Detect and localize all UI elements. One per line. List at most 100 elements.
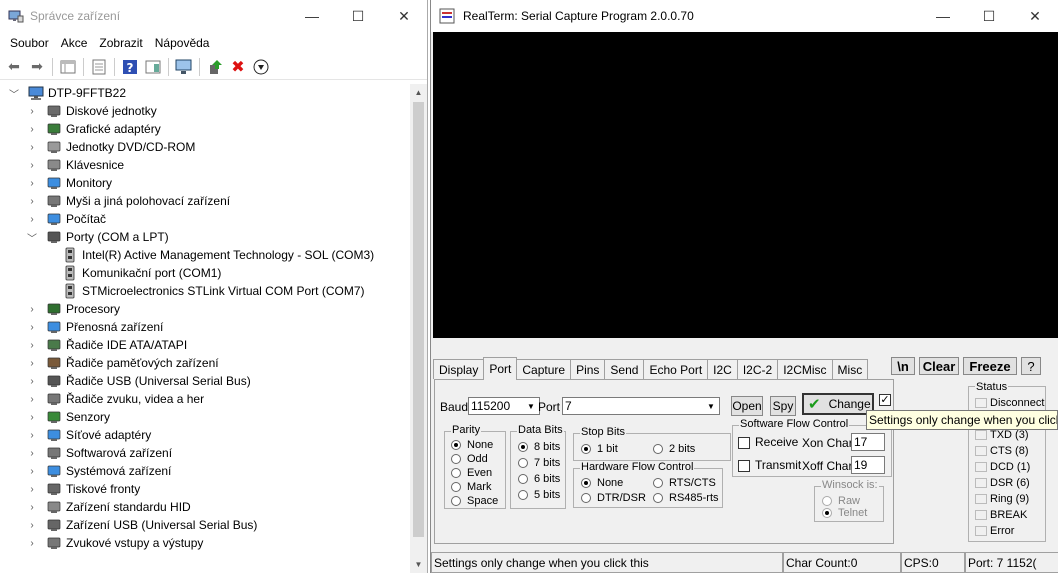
chevron-right-icon[interactable]: › <box>26 213 38 225</box>
tab-i2cmisc[interactable]: I2CMisc <box>777 359 833 379</box>
change-checkbox[interactable]: ✓ <box>879 394 891 406</box>
tree-category[interactable]: › Počítač <box>0 210 410 228</box>
tree-category[interactable]: › Řadiče IDE ATA/ATAPI <box>0 336 410 354</box>
chevron-right-icon[interactable]: › <box>26 195 38 207</box>
menu-napoveda[interactable]: Nápověda <box>149 36 216 50</box>
tree-category[interactable]: › Přenosná zařízení <box>0 318 410 336</box>
newline-button[interactable]: \n <box>891 357 915 375</box>
tree-category[interactable]: › Zařízení USB (Universal Serial Bus) <box>0 516 410 534</box>
close-button[interactable]: ✕ <box>1012 0 1058 32</box>
data-bits-7[interactable]: 7 bits <box>518 457 560 469</box>
tab-pins[interactable]: Pins <box>570 359 606 379</box>
terminal-display[interactable] <box>433 32 1058 338</box>
data-bits-6[interactable]: 6 bits <box>518 473 560 485</box>
freeze-button[interactable]: Freeze <box>963 357 1017 375</box>
tree-category[interactable]: › Klávesnice <box>0 156 410 174</box>
maximize-button[interactable]: ☐ <box>335 0 381 32</box>
data-bits-5[interactable]: 5 bits <box>518 489 560 501</box>
chevron-right-icon[interactable]: › <box>26 447 38 459</box>
parity-none[interactable]: None <box>451 439 493 451</box>
tree-category[interactable]: › Systémová zařízení <box>0 462 410 480</box>
properties-sheet-icon[interactable] <box>89 57 109 77</box>
xoff-input[interactable]: 19 <box>851 456 885 474</box>
maximize-button[interactable]: ☐ <box>966 0 1012 32</box>
tree-port-item[interactable]: Komunikační port (COM1) <box>0 264 410 282</box>
parity-mark[interactable]: Mark <box>451 481 491 493</box>
chevron-right-icon[interactable]: › <box>26 465 38 477</box>
tree-category[interactable]: › Myši a jiná polohovací zařízení <box>0 192 410 210</box>
menu-soubor[interactable]: Soubor <box>4 36 55 50</box>
tree-category[interactable]: › Zařízení standardu HID <box>0 498 410 516</box>
chevron-right-icon[interactable]: › <box>26 501 38 513</box>
chevron-down-icon[interactable]: ▼ <box>703 398 719 414</box>
tab-display[interactable]: Display <box>433 359 485 379</box>
tree-category[interactable]: › Řadiče USB (Universal Serial Bus) <box>0 372 410 390</box>
forward-icon[interactable]: ➡ <box>27 57 47 77</box>
tree-category[interactable]: › Jednotky DVD/CD-ROM <box>0 138 410 156</box>
tree-category[interactable]: › Tiskové fronty <box>0 480 410 498</box>
tree-category[interactable]: › Grafické adaptéry <box>0 120 410 138</box>
chevron-down-icon[interactable]: ﹀ <box>8 87 20 101</box>
tree-category[interactable]: › Řadiče paměťových zařízení <box>0 354 410 372</box>
transmit-checkbox[interactable] <box>738 460 750 472</box>
port-select[interactable]: 7 ▼ <box>562 397 720 415</box>
tab-echo-port[interactable]: Echo Port <box>643 359 709 379</box>
baud-select[interactable]: 115200 ▼ <box>468 397 540 415</box>
spy-button[interactable]: Spy <box>770 396 796 416</box>
receive-checkbox[interactable] <box>738 437 750 449</box>
chevron-right-icon[interactable]: › <box>26 537 38 549</box>
tree-category[interactable]: › Zvukové vstupy a výstupy <box>0 534 410 552</box>
help-icon[interactable]: ? <box>120 57 140 77</box>
help-button[interactable]: ? <box>1021 357 1041 375</box>
menu-akce[interactable]: Akce <box>55 36 94 50</box>
winsock-telnet[interactable]: Telnet <box>822 507 867 519</box>
tree-port-item[interactable]: STMicroelectronics STLink Virtual COM Po… <box>0 282 410 300</box>
tree-category[interactable]: › Softwarová zařízení <box>0 444 410 462</box>
menu-zobrazit[interactable]: Zobrazit <box>93 36 148 50</box>
tree-category[interactable]: › Diskové jednotky <box>0 102 410 120</box>
parity-space[interactable]: Space <box>451 495 498 507</box>
tree-category[interactable]: ﹀ Porty (COM a LPT) <box>0 228 410 246</box>
minimize-button[interactable]: — <box>920 0 966 32</box>
chevron-right-icon[interactable]: › <box>26 159 38 171</box>
parity-odd[interactable]: Odd <box>451 453 488 465</box>
chevron-right-icon[interactable]: › <box>26 141 38 153</box>
chevron-right-icon[interactable]: › <box>26 393 38 405</box>
chevron-right-icon[interactable]: › <box>26 321 38 333</box>
tree-category[interactable]: › Síťové adaptéry <box>0 426 410 444</box>
chevron-right-icon[interactable]: › <box>26 483 38 495</box>
tab-send[interactable]: Send <box>604 359 645 379</box>
chevron-right-icon[interactable]: › <box>26 303 38 315</box>
chevron-right-icon[interactable]: › <box>26 357 38 369</box>
chevron-down-icon[interactable]: ▼ <box>523 398 539 414</box>
stop-bits-1[interactable]: 1 bit <box>581 443 618 455</box>
tree-category[interactable]: › Procesory <box>0 300 410 318</box>
scroll-thumb[interactable] <box>413 102 424 537</box>
tab-i2c-2[interactable]: I2C-2 <box>736 359 779 379</box>
properties-grid-icon[interactable] <box>58 57 78 77</box>
tab-capture[interactable]: Capture <box>516 359 572 379</box>
tab-misc[interactable]: Misc <box>831 359 869 379</box>
tree-port-item[interactable]: Intel(R) Active Management Technology - … <box>0 246 410 264</box>
tab-i2c[interactable]: I2C <box>707 359 738 379</box>
minimize-button[interactable]: — <box>289 0 335 32</box>
scan-hardware-icon[interactable] <box>174 57 194 77</box>
xon-input[interactable]: 17 <box>851 433 885 451</box>
hw-flow-none[interactable]: None <box>581 477 623 489</box>
close-button[interactable]: ✕ <box>381 0 427 32</box>
tree-category[interactable]: › Senzory <box>0 408 410 426</box>
chevron-right-icon[interactable]: › <box>26 177 38 189</box>
parity-even[interactable]: Even <box>451 467 492 479</box>
data-bits-8[interactable]: 8 bits <box>518 441 560 453</box>
change-button[interactable]: ✔ Change <box>802 393 874 415</box>
hw-flow-rs485[interactable]: RS485-rts <box>653 492 719 504</box>
clear-button[interactable]: Clear <box>919 357 959 375</box>
uninstall-icon[interactable]: ✖ <box>228 57 248 77</box>
update-driver-icon[interactable] <box>205 57 225 77</box>
scroll-up-arrow[interactable]: ▲ <box>410 84 427 101</box>
chevron-right-icon[interactable]: › <box>26 123 38 135</box>
chevron-right-icon[interactable]: › <box>26 105 38 117</box>
winsock-raw[interactable]: Raw <box>822 495 860 507</box>
action-pane-icon[interactable] <box>143 57 163 77</box>
open-button[interactable]: Open <box>731 396 763 416</box>
